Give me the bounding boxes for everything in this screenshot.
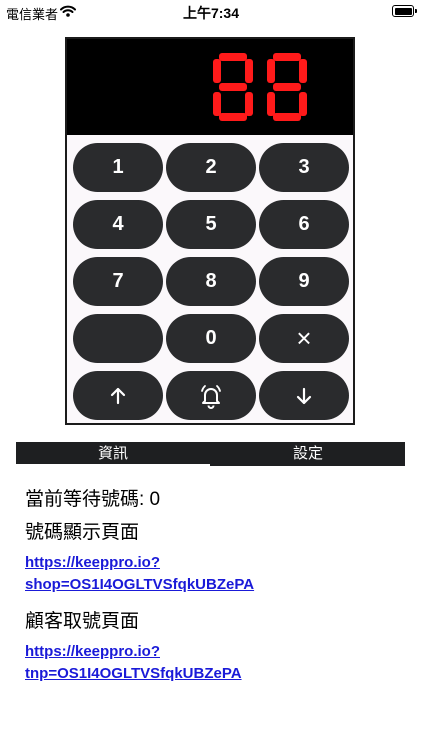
bell-icon bbox=[197, 382, 225, 410]
key-3[interactable]: 3 bbox=[259, 143, 349, 192]
number-caller-panel: 88 1 2 3 4 5 6 7 8 9 0 × bbox=[65, 37, 355, 425]
key-9[interactable]: 9 bbox=[259, 257, 349, 306]
down-button[interactable] bbox=[259, 371, 349, 420]
status-time: 上午7:34 bbox=[182, 5, 240, 21]
number-display: 88 bbox=[67, 39, 353, 135]
digit-segment bbox=[245, 92, 253, 116]
key-5[interactable]: 5 bbox=[166, 200, 256, 249]
digit-segment bbox=[299, 59, 307, 83]
display-link-line2: shop=OS1I4OGLTVSfqkUBZePA bbox=[25, 576, 255, 593]
arrow-up-icon bbox=[108, 386, 128, 406]
key-7[interactable]: 7 bbox=[73, 257, 163, 306]
status-bar: 電信業者 上午7:34 bbox=[0, 0, 422, 24]
customer-page-title: 顧客取號頁面 bbox=[25, 611, 140, 632]
battery-icon bbox=[392, 5, 417, 17]
digit-segment bbox=[273, 83, 301, 91]
key-4[interactable]: 4 bbox=[73, 200, 163, 249]
digit-segment bbox=[273, 53, 301, 61]
call-bell-button[interactable] bbox=[166, 371, 256, 420]
display-page-link[interactable]: https://keeppro.io? shop=OS1I4OGLTVSfqkU… bbox=[25, 552, 254, 596]
digit-segment bbox=[267, 92, 275, 116]
key-2[interactable]: 2 bbox=[166, 143, 256, 192]
seven-segment-digits bbox=[213, 53, 307, 121]
up-button[interactable] bbox=[73, 371, 163, 420]
tab-info[interactable]: 資訊 bbox=[16, 442, 210, 466]
digit-segment bbox=[219, 113, 247, 121]
digit-segment bbox=[213, 92, 221, 116]
arrow-down-icon bbox=[294, 386, 314, 406]
digit-segment bbox=[219, 83, 247, 91]
digit-segment bbox=[245, 59, 253, 83]
key-6[interactable]: 6 bbox=[259, 200, 349, 249]
customer-page-link[interactable]: https://keeppro.io? tnp=OS1I4OGLTVSfqkUB… bbox=[25, 641, 242, 685]
digit-segment bbox=[267, 59, 275, 83]
customer-link-line2: tnp=OS1I4OGLTVSfqkUBZePA bbox=[25, 665, 242, 682]
display-page-title: 號碼顯示頁面 bbox=[25, 522, 140, 543]
tab-settings[interactable]: 設定 bbox=[211, 442, 405, 466]
tab-bar: 資訊 設定 bbox=[16, 442, 405, 466]
digit-segment bbox=[299, 92, 307, 116]
customer-link-line1: https://keeppro.io? bbox=[25, 643, 160, 660]
key-clear[interactable]: × bbox=[259, 314, 349, 363]
key-0[interactable]: 0 bbox=[166, 314, 256, 363]
digit-segment bbox=[213, 59, 221, 83]
digit-segment bbox=[273, 113, 301, 121]
digit-segment bbox=[219, 53, 247, 61]
key-8[interactable]: 8 bbox=[166, 257, 256, 306]
key-1[interactable]: 1 bbox=[73, 143, 163, 192]
waiting-number-label: 當前等待號碼: 0 bbox=[25, 489, 161, 510]
display-link-line1: https://keeppro.io? bbox=[25, 554, 160, 571]
key-blank[interactable] bbox=[73, 314, 163, 363]
